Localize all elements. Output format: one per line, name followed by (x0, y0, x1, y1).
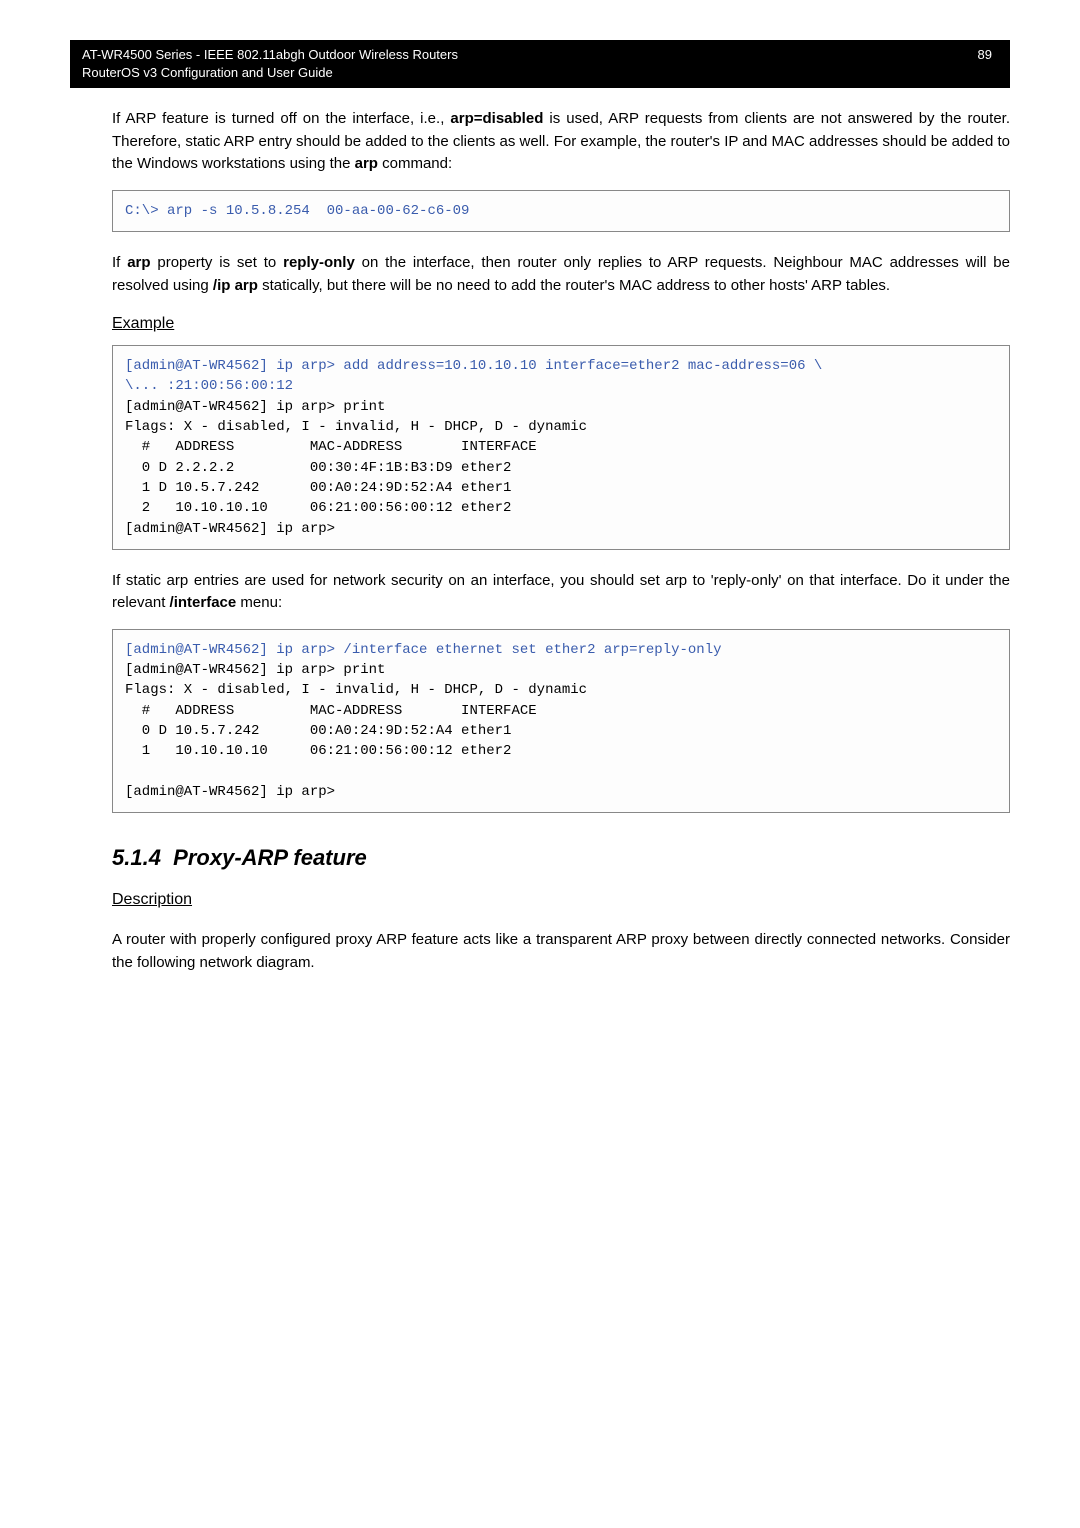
code-command: [admin@AT-WR4562] ip arp> add address=10… (125, 358, 822, 394)
bold-ip-arp: /ip arp (213, 277, 258, 294)
text-fragment: command: (378, 155, 452, 172)
code-output: [admin@AT-WR4562] ip arp> print Flags: X… (125, 399, 587, 537)
heading-description: Description (112, 891, 1010, 909)
text-fragment: If (112, 254, 127, 271)
heading-example: Example (112, 315, 1010, 333)
code-block-interface-set: [admin@AT-WR4562] ip arp> /interface eth… (112, 629, 1010, 813)
code-block-arp-command: C:\> arp -s 10.5.8.254 00-aa-00-62-c6-09 (112, 190, 1010, 232)
bold-arp-disabled: arp=disabled (450, 110, 543, 127)
page-number: 89 (978, 46, 998, 64)
bold-arp: arp (355, 155, 378, 172)
header-title-line1: AT-WR4500 Series - IEEE 802.11abgh Outdo… (82, 46, 458, 64)
text-fragment: statically, but there will be no need to… (258, 277, 890, 294)
section-number: 5.1.4 (112, 845, 161, 870)
paragraph-arp-disabled: If ARP feature is turned off on the inte… (112, 108, 1010, 176)
paragraph-reply-only: If arp property is set to reply-only on … (112, 252, 1010, 297)
text-fragment: menu: (236, 594, 282, 611)
code-command: [admin@AT-WR4562] ip arp> /interface eth… (125, 642, 722, 658)
header-title-line2: RouterOS v3 Configuration and User Guide (82, 64, 458, 82)
bold-reply-only: reply-only (283, 254, 355, 271)
code-line: C:\> arp -s 10.5.8.254 00-aa-00-62-c6-09 (125, 203, 469, 219)
bold-arp: arp (127, 254, 150, 271)
paragraph-static-arp: If static arp entries are used for netwo… (112, 570, 1010, 615)
text-fragment: If ARP feature is turned off on the inte… (112, 110, 450, 127)
text-fragment: property is set to (151, 254, 284, 271)
bold-interface: /interface (170, 594, 237, 611)
header-title-block: AT-WR4500 Series - IEEE 802.11abgh Outdo… (82, 46, 458, 82)
paragraph-proxy-arp: A router with properly configured proxy … (112, 929, 1010, 974)
code-block-arp-add: [admin@AT-WR4562] ip arp> add address=10… (112, 345, 1010, 550)
section-title: Proxy-ARP feature (173, 845, 367, 870)
page-header: AT-WR4500 Series - IEEE 802.11abgh Outdo… (70, 40, 1010, 88)
code-output: [admin@AT-WR4562] ip arp> print Flags: X… (125, 662, 587, 800)
section-heading: 5.1.4 Proxy-ARP feature (112, 845, 1010, 871)
